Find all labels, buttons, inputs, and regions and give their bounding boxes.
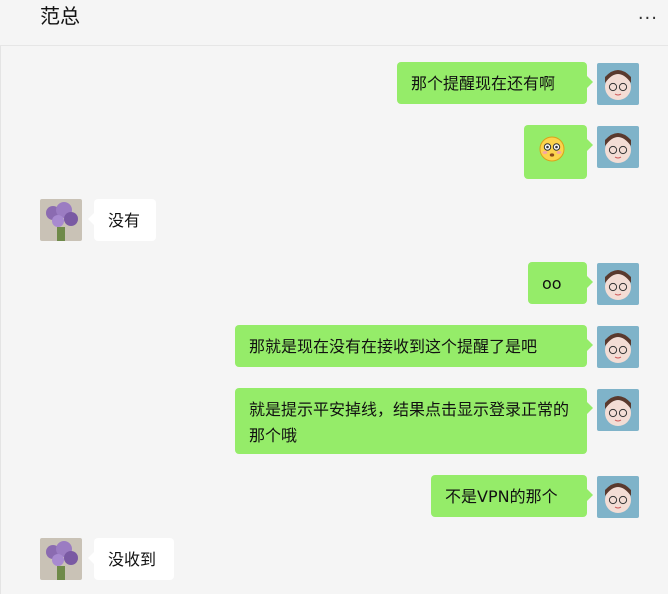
message-bubble-incoming[interactable]: 没收到: [88, 538, 174, 580]
my-avatar[interactable]: [597, 389, 639, 431]
my-avatar[interactable]: [597, 63, 639, 105]
message-bubble-outgoing[interactable]: 那个提醒现在还有啊: [397, 62, 593, 104]
message-text: 那个提醒现在还有啊: [411, 74, 556, 93]
message-bubble-outgoing[interactable]: 不是VPN的那个: [431, 475, 593, 517]
message-text: oo: [542, 274, 562, 293]
my-avatar[interactable]: [597, 326, 639, 368]
window-edge: [0, 0, 1, 594]
my-avatar[interactable]: [597, 126, 639, 168]
message-bubble-incoming[interactable]: 没有: [88, 199, 156, 241]
chat-header: 范总 ···: [0, 0, 668, 46]
message-bubble-outgoing[interactable]: 那就是现在没有在接收到这个提醒了是吧: [235, 325, 593, 367]
more-options-icon[interactable]: ···: [638, 8, 658, 29]
message-bubble-outgoing[interactable]: oo: [528, 262, 593, 304]
message-text: 没收到: [108, 550, 157, 569]
chat-title: 范总: [40, 4, 80, 28]
my-avatar[interactable]: [597, 476, 639, 518]
contact-avatar[interactable]: [40, 199, 82, 241]
message-text: 没有: [108, 211, 141, 230]
contact-avatar[interactable]: [40, 538, 82, 580]
message-text: 那就是现在没有在接收到这个提醒了是吧: [249, 337, 538, 356]
message-bubble-outgoing[interactable]: 就是提示平安掉线，结果点击显示登录正常的那个哦: [235, 388, 593, 454]
message-bubble-outgoing[interactable]: [524, 125, 593, 179]
message-text: 不是VPN的那个: [445, 487, 558, 506]
my-avatar[interactable]: [597, 263, 639, 305]
message-text: 就是提示平安掉线，结果点击显示登录正常的那个哦: [249, 400, 570, 445]
flushed-face-emoji: [539, 136, 565, 162]
